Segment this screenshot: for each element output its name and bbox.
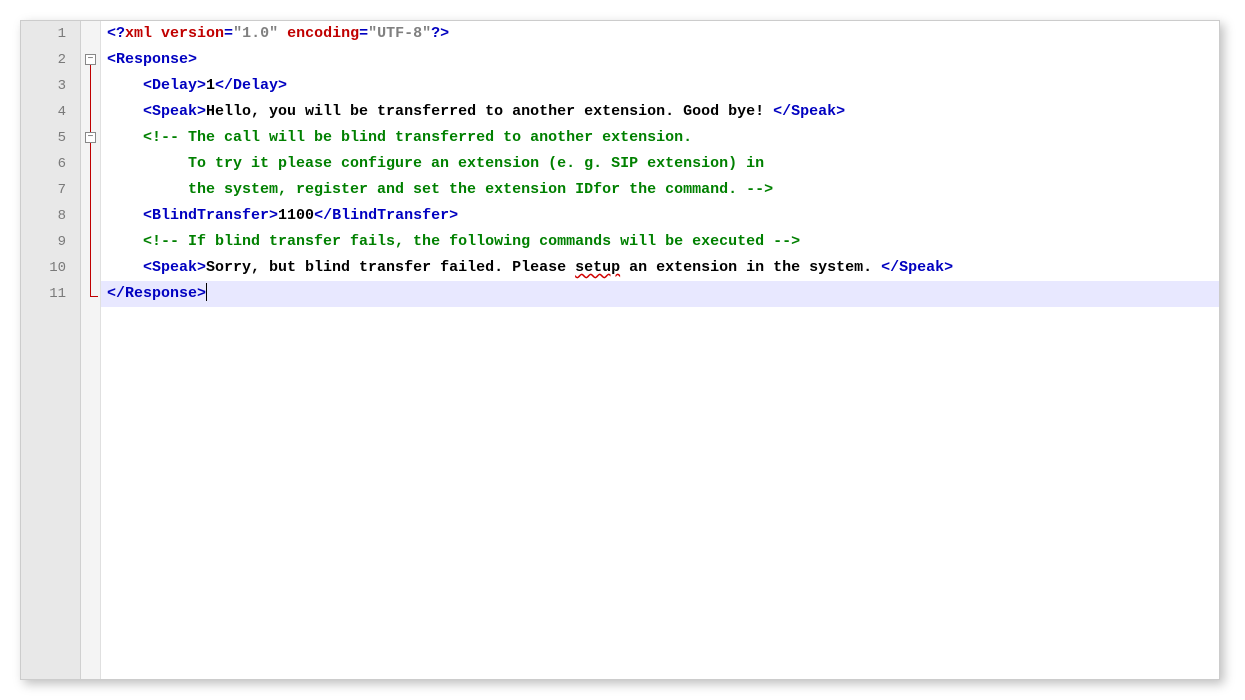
- spell-error: setup: [575, 259, 620, 276]
- xml-comment: the system, register and set the extensi…: [188, 181, 773, 198]
- line-number: 5: [21, 125, 80, 151]
- text-cursor: [206, 283, 207, 301]
- xml-string: "1.0": [233, 25, 278, 42]
- line-number: 11: [21, 281, 80, 307]
- xml-tag: </BlindTransfer>: [314, 207, 458, 224]
- code-area[interactable]: <?xml version="1.0" encoding="UTF-8"?> <…: [101, 21, 1219, 679]
- line-number: 2: [21, 47, 80, 73]
- xml-text: Hello, you will be transferred to anothe…: [206, 103, 773, 120]
- code-line-active[interactable]: </Response>: [101, 281, 1219, 307]
- xml-attr: encoding: [278, 25, 359, 42]
- xml-comment: <!-- If blind transfer fails, the follow…: [143, 233, 800, 250]
- line-number: 8: [21, 203, 80, 229]
- fold-guide: [90, 65, 91, 296]
- xml-tag: <Delay>: [143, 77, 206, 94]
- xml-comment: <!-- The call will be blind transferred …: [143, 129, 692, 146]
- code-line[interactable]: the system, register and set the extensi…: [101, 177, 1219, 203]
- code-line[interactable]: To try it please configure an extension …: [101, 151, 1219, 177]
- code-line[interactable]: <Speak>Hello, you will be transferred to…: [101, 99, 1219, 125]
- code-line[interactable]: <?xml version="1.0" encoding="UTF-8"?>: [101, 21, 1219, 47]
- line-number: 6: [21, 151, 80, 177]
- xml-attr: xml version: [125, 25, 224, 42]
- xml-decl: <?: [107, 25, 125, 42]
- code-line[interactable]: <Response>: [101, 47, 1219, 73]
- line-number: 9: [21, 229, 80, 255]
- fold-gutter: − −: [81, 21, 101, 679]
- code-line[interactable]: <BlindTransfer>1100</BlindTransfer>: [101, 203, 1219, 229]
- xml-tag: </Speak>: [881, 259, 953, 276]
- xml-text: 1100: [278, 207, 314, 224]
- code-line[interactable]: <Speak>Sorry, but blind transfer failed.…: [101, 255, 1219, 281]
- xml-decl: ?>: [431, 25, 449, 42]
- fold-toggle-icon[interactable]: −: [85, 132, 96, 143]
- xml-text: Sorry, but blind transfer failed. Please: [206, 259, 575, 276]
- line-number: 7: [21, 177, 80, 203]
- xml-tag: <BlindTransfer>: [143, 207, 278, 224]
- xml-string: "UTF-8": [368, 25, 431, 42]
- xml-tag: </Speak>: [773, 103, 845, 120]
- fold-toggle-icon[interactable]: −: [85, 54, 96, 65]
- xml-tag: </Delay>: [215, 77, 287, 94]
- code-line[interactable]: <!-- If blind transfer fails, the follow…: [101, 229, 1219, 255]
- line-number: 4: [21, 99, 80, 125]
- xml-eq: =: [224, 25, 233, 42]
- xml-text: 1: [206, 77, 215, 94]
- code-editor: 1 2 3 4 5 6 7 8 9 10 11 − − <?xml versio…: [20, 20, 1220, 680]
- xml-tag: </Response>: [107, 285, 206, 302]
- xml-tag: <Speak>: [143, 259, 206, 276]
- xml-text: an extension in the system.: [620, 259, 881, 276]
- fold-guide-end: [90, 296, 98, 297]
- code-line[interactable]: <!-- The call will be blind transferred …: [101, 125, 1219, 151]
- line-number-gutter: 1 2 3 4 5 6 7 8 9 10 11: [21, 21, 81, 679]
- xml-eq: =: [359, 25, 368, 42]
- code-line[interactable]: <Delay>1</Delay>: [101, 73, 1219, 99]
- line-number: 1: [21, 21, 80, 47]
- xml-tag: <Speak>: [143, 103, 206, 120]
- xml-tag: <Response>: [107, 51, 197, 68]
- xml-comment: To try it please configure an extension …: [188, 155, 764, 172]
- line-number: 3: [21, 73, 80, 99]
- line-number: 10: [21, 255, 80, 281]
